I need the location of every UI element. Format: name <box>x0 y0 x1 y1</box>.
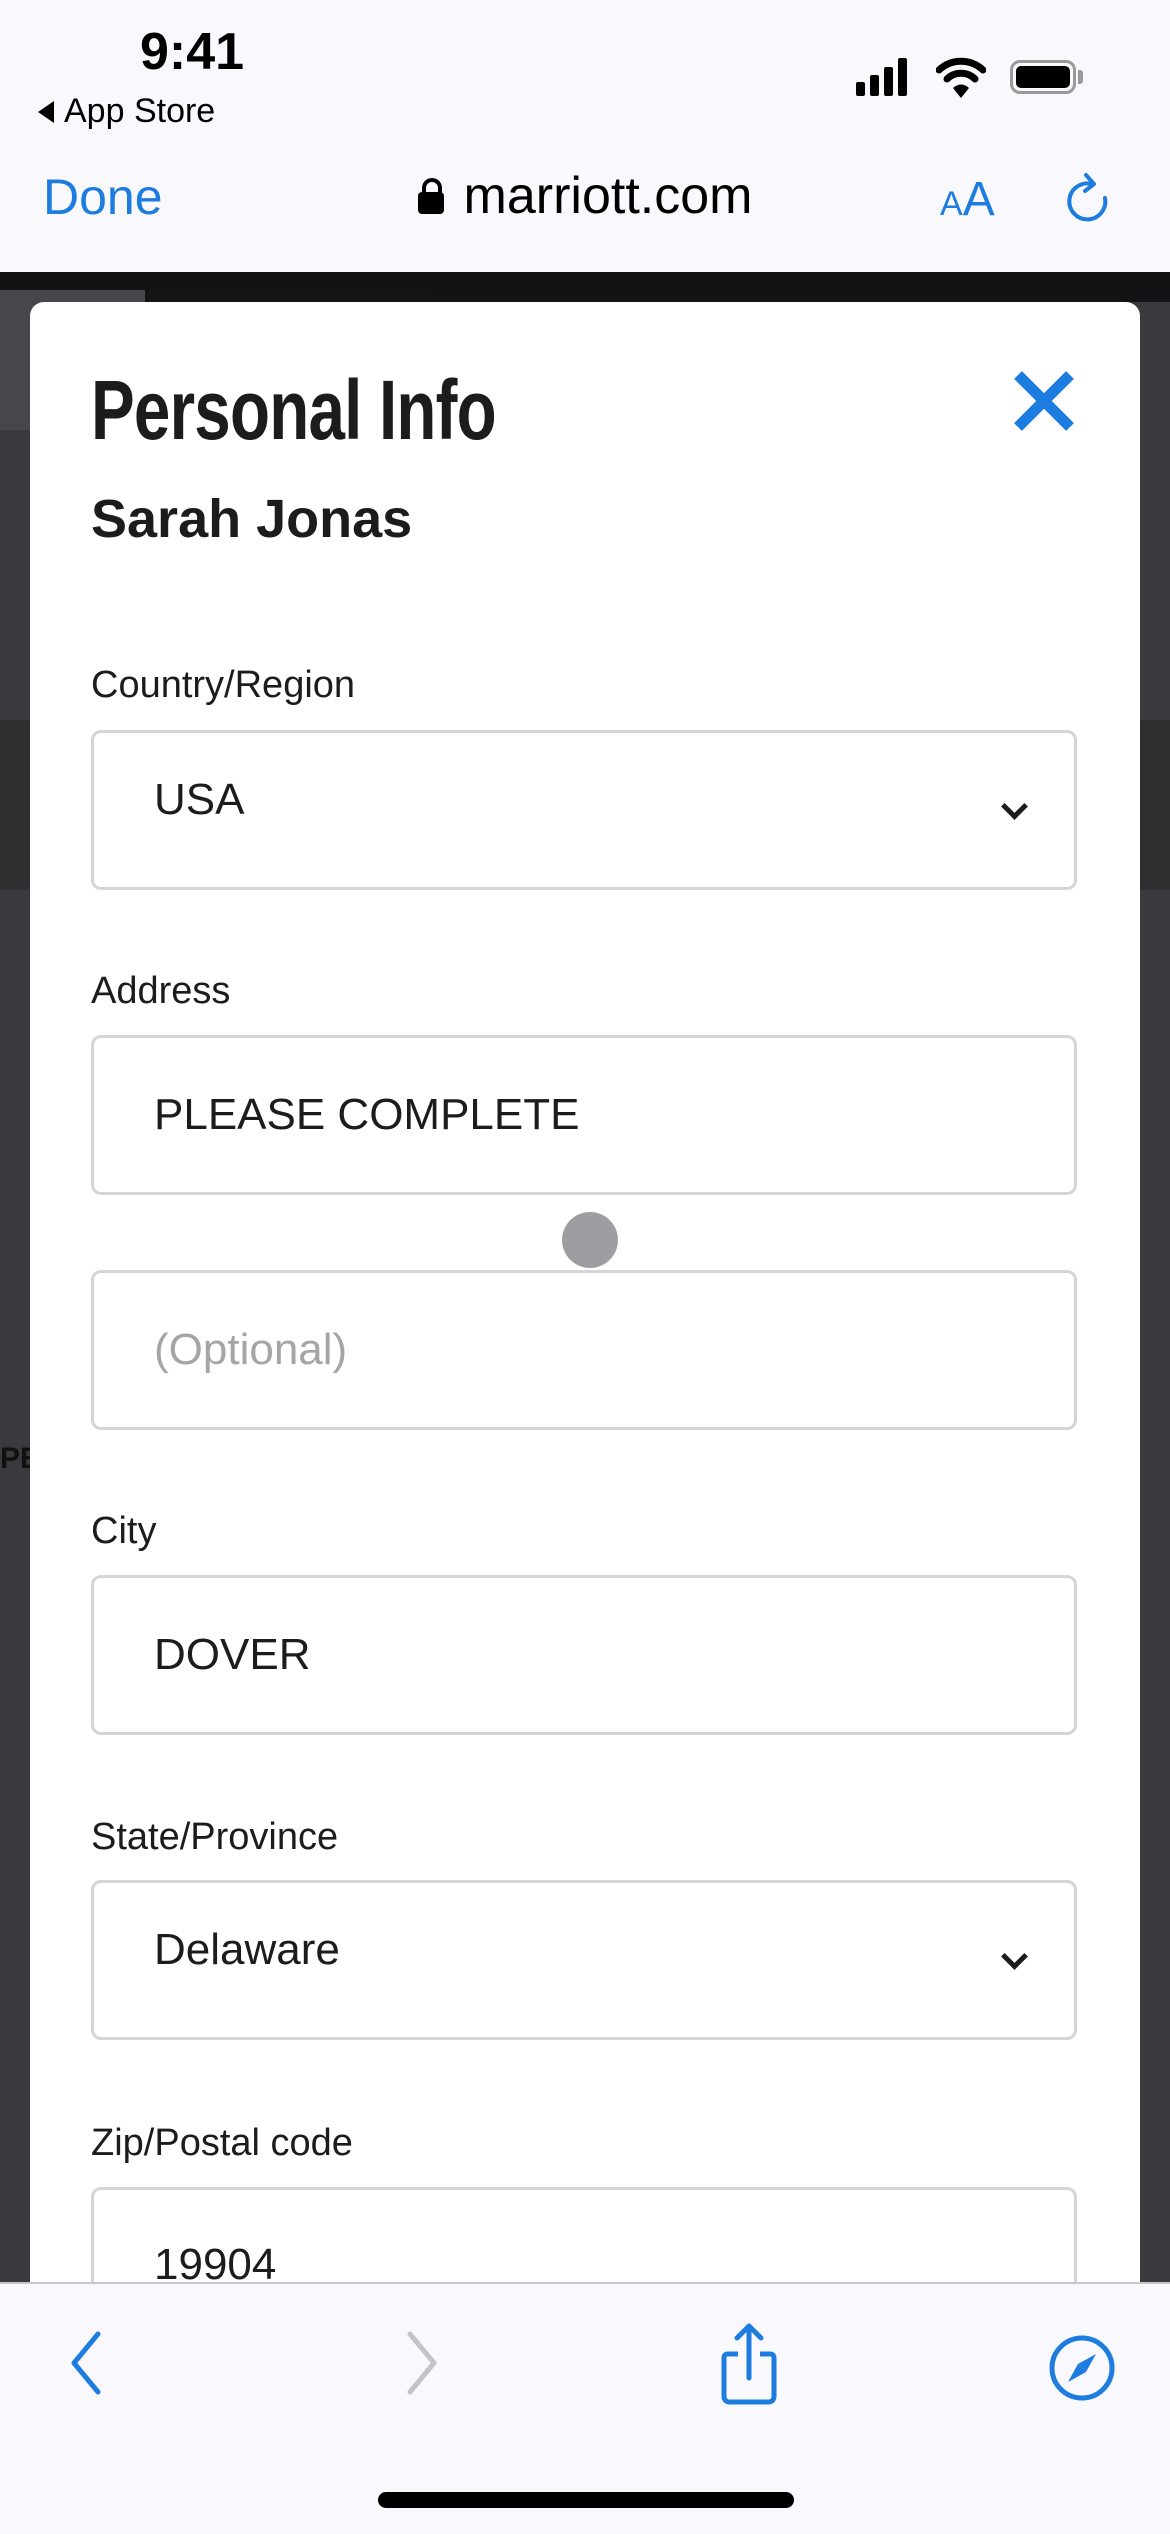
zip-label: Zip/Postal code <box>91 2122 353 2164</box>
wifi-icon <box>936 57 986 98</box>
battery-icon <box>1010 60 1076 94</box>
city-input[interactable]: DOVER <box>91 1575 1077 1735</box>
back-button[interactable] <box>66 2330 106 2399</box>
text-size-large-a: A <box>962 173 995 226</box>
lock-icon <box>417 178 444 214</box>
chevron-left-icon <box>71 2331 101 2395</box>
home-indicator[interactable] <box>378 2492 794 2508</box>
url-text: marriott.com <box>463 167 753 225</box>
address-line2-placeholder: (Optional) <box>154 1325 348 1374</box>
country-select[interactable]: USA <box>91 730 1077 890</box>
share-button[interactable] <box>718 2320 780 2409</box>
state-value: Delaware <box>154 1925 340 1974</box>
back-to-app-link[interactable]: App Store <box>38 92 215 131</box>
address-label: Address <box>91 970 231 1012</box>
forward-button[interactable] <box>402 2330 442 2399</box>
compass-icon <box>1049 2335 1115 2401</box>
close-icon <box>1014 371 1074 431</box>
cellular-signal-icon <box>856 58 907 96</box>
country-value: USA <box>154 775 245 824</box>
address-line1-value: PLEASE COMPLETE <box>154 1090 580 1139</box>
back-triangle-icon <box>38 100 54 123</box>
share-icon <box>721 2323 777 2405</box>
battery-cap <box>1078 70 1083 84</box>
state-select[interactable]: Delaware <box>91 1880 1077 2040</box>
city-label: City <box>91 1510 157 1552</box>
city-value: DOVER <box>154 1630 311 1679</box>
address-line2-input[interactable]: (Optional) <box>91 1270 1077 1430</box>
modal-title: Personal Info <box>91 363 497 457</box>
state-label: State/Province <box>91 1816 339 1858</box>
touch-indicator <box>562 1212 618 1268</box>
status-time: 9:41 <box>140 23 245 81</box>
chevron-right-icon <box>407 2331 437 2395</box>
country-label: Country/Region <box>91 664 356 706</box>
text-size-button[interactable]: AA <box>940 172 995 227</box>
open-in-safari-button[interactable] <box>1048 2334 1116 2405</box>
chevron-down-icon <box>1001 793 1028 820</box>
text-size-small-a: A <box>940 185 963 223</box>
member-name: Sarah Jonas <box>91 489 413 549</box>
back-app-label: App Store <box>64 92 216 130</box>
close-button[interactable] <box>1008 365 1080 437</box>
reload-icon[interactable] <box>1062 172 1112 228</box>
chevron-down-icon <box>1001 1943 1028 1970</box>
address-line1-input[interactable]: PLEASE COMPLETE <box>91 1035 1077 1195</box>
